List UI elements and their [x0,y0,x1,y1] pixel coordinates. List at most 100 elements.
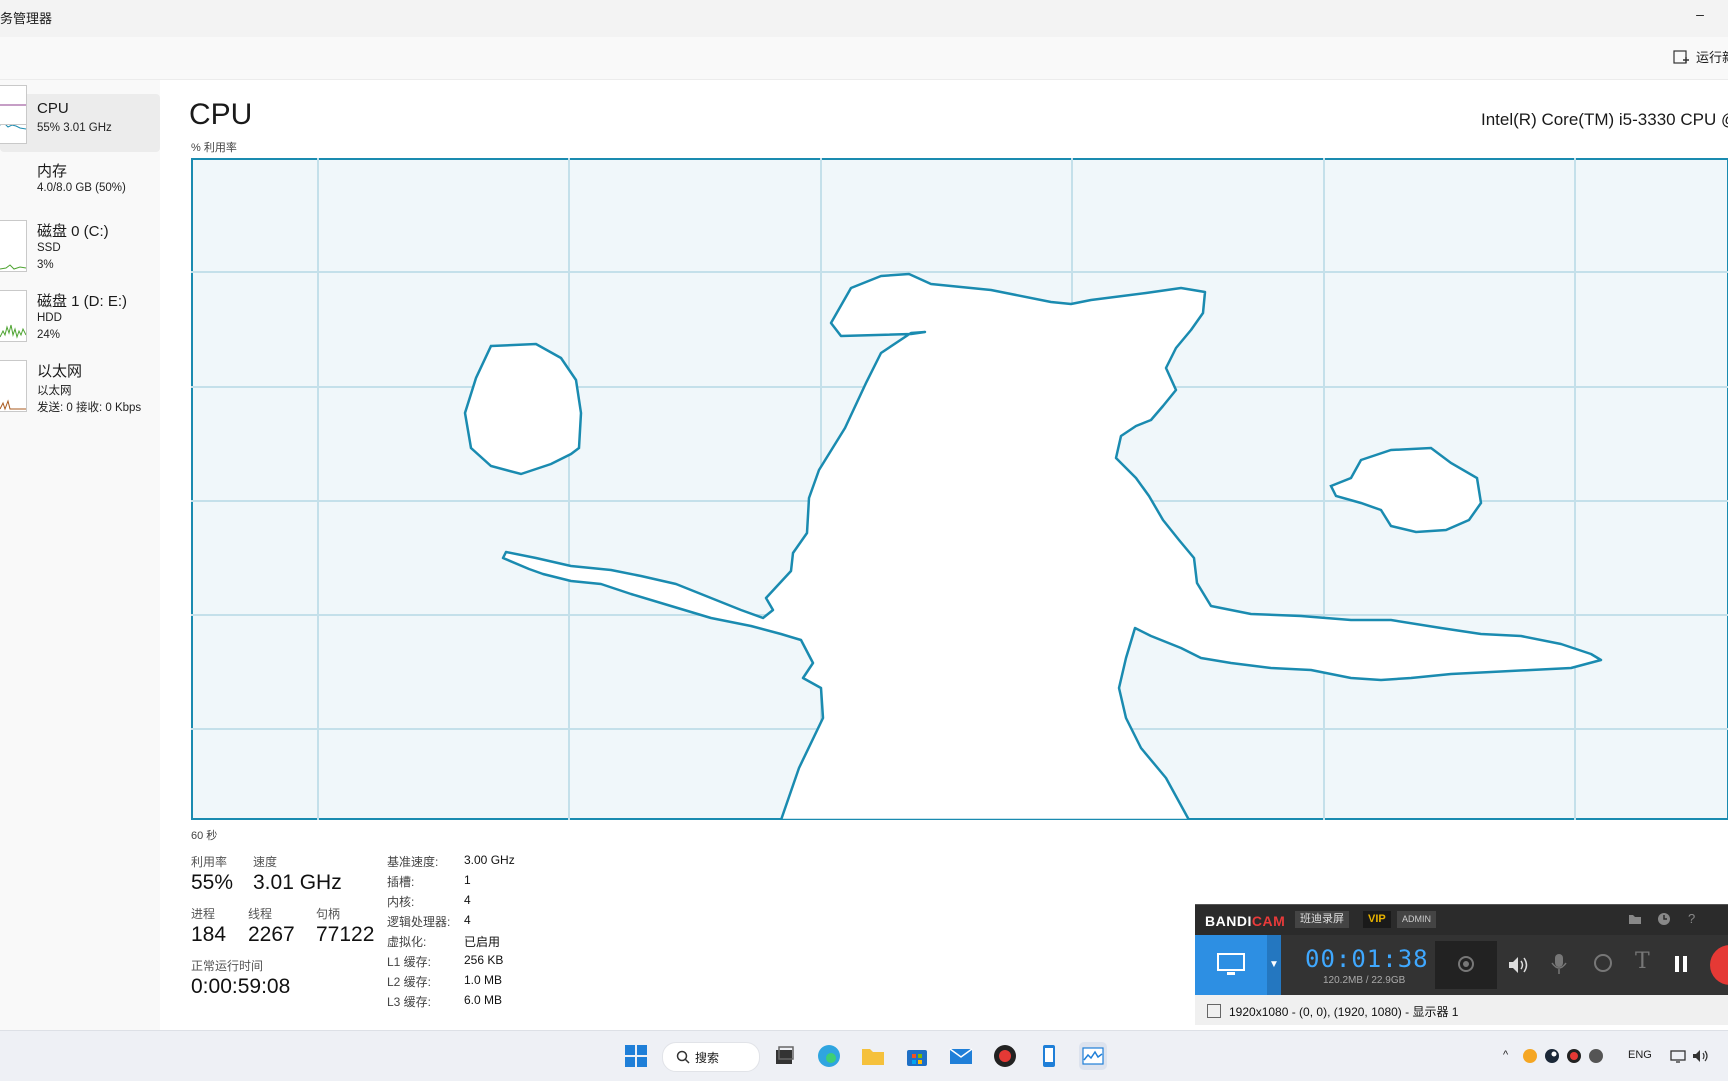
bandicam-controls: ▼ 00:01:38 120.2MB / 22.9GB T [1195,935,1728,995]
run-task-button[interactable]: 运行新 [1696,47,1728,66]
edge-browser-icon[interactable] [815,1042,843,1070]
sidebar-item-detail: 55% 3.01 GHz [37,122,112,134]
disk-0-thumbnail [0,220,27,272]
sidebar-item-disk-1[interactable]: 磁盘 1 (D: E:) HDD 24% [0,290,160,356]
admin-badge: ADMIN [1397,911,1436,928]
phone-link-icon[interactable] [1035,1042,1063,1070]
uptime-value: 0:00:59:08 [191,975,291,998]
speaker-icon[interactable] [1507,955,1529,975]
detail-value: 1 [464,873,471,887]
processes-label: 进程 [191,907,216,921]
sidebar-item-label: 磁盘 1 (D: E:) [37,293,128,310]
task-view-icon[interactable] [770,1042,798,1070]
detail-key: L2 缓存: [387,975,432,989]
record-size: 120.2MB / 22.9GB [1323,975,1406,986]
bandicam-footer: 1920x1080 - (0, 0), (1920, 1080) - 显示器 1 [1195,995,1728,1025]
folder-icon[interactable] [1628,913,1642,925]
input-language[interactable]: ENG [1628,1049,1652,1061]
webcam-button[interactable] [1435,941,1497,989]
threads-value: 2267 [248,923,295,946]
sidebar-item-detail: 4.0/8.0 GB (50%) [37,182,126,194]
detail-value: 256 KB [464,953,504,967]
sidebar-item-detail: 发送: 0 接收: 0 Kbps [37,402,142,414]
network-icon[interactable] [1670,1048,1686,1064]
mode-dropdown[interactable]: ▼ [1267,935,1281,995]
volume-icon[interactable] [1692,1048,1710,1064]
help-icon[interactable]: ? [1688,911,1695,926]
sidebar: CPU 55% 3.01 GHz 内存 4.0/8.0 GB (50%) 磁盘 … [0,80,160,1030]
uptime-label: 正常运行时间 [191,959,264,973]
search-icon [676,1050,690,1064]
sidebar-item-detail: 24% [37,329,61,341]
mouse-effect-icon[interactable] [1593,953,1613,975]
bandicam-header: BANDICAM 班迪录屏 VIP ADMIN ? [1195,905,1728,935]
utilization-label: 利用率 [191,855,228,869]
clock-icon[interactable] [1657,912,1671,926]
threads-label: 线程 [248,907,273,921]
sidebar-item-label: 磁盘 0 (C:) [37,223,109,240]
sidebar-item-type: 以太网 [37,385,72,397]
handles-label: 句柄 [316,907,341,921]
record-timer: 00:01:38 [1305,945,1429,973]
detail-key: L3 缓存: [387,995,432,1009]
cpu-utilization-graph [191,158,1728,820]
detail-key: 插槽: [387,875,415,889]
pause-icon[interactable] [1673,955,1689,975]
screen-mode-button[interactable] [1195,935,1267,995]
microsoft-store-icon[interactable] [903,1042,931,1070]
sidebar-item-type: SSD [37,242,61,254]
processes-value: 184 [191,923,227,946]
utilization-value: 55% [191,871,234,894]
sidebar-item-detail: 3% [37,259,54,271]
sidebar-item-label: CPU [37,100,69,117]
speed-label: 速度 [253,855,278,869]
mail-icon[interactable] [947,1042,975,1070]
detail-key: 虚拟化: [387,935,427,949]
detail-value: 4 [464,893,471,907]
cpu-model: Intel(R) Core(TM) i5-3330 CPU @ [1481,110,1728,129]
graph-figure-left-blob [463,342,583,476]
search-label: 搜索 [695,1051,720,1065]
memory-thumbnail [0,85,27,125]
detail-key: 逻辑处理器: [387,915,451,929]
title-bar: 务管理器 – [0,0,1728,34]
bandicam-label: 班迪录屏 [1295,911,1349,928]
file-explorer-icon[interactable] [859,1042,887,1070]
taskbar: 搜索 ^ ENG [0,1030,1728,1081]
show-hidden-icons-icon[interactable]: ^ [1503,1049,1508,1061]
toolbar: 运行新 [0,37,1728,80]
handles-value: 77122 [316,923,375,946]
speed-value: 3.01 GHz [253,871,342,894]
disk-1-thumbnail [0,290,27,342]
time-axis-label: 60 秒 [191,830,218,842]
text-overlay-icon[interactable]: T [1635,949,1650,974]
monitor-icon [1217,953,1245,975]
vip-badge: VIP [1363,911,1391,928]
minimize-button[interactable]: – [1680,2,1720,30]
app-tray-icon[interactable] [1588,1048,1604,1064]
microphone-icon[interactable] [1550,953,1568,975]
sidebar-item-type: HDD [37,312,62,324]
sidebar-item-memory[interactable]: 内存 4.0/8.0 GB (50%) [0,85,160,218]
task-manager-taskbar-icon[interactable] [1079,1042,1107,1070]
record-tray-icon[interactable] [1566,1048,1582,1064]
qq-tray-icon[interactable] [1522,1048,1538,1064]
detail-value: 4 [464,913,471,927]
detail-key: 内核: [387,895,415,909]
bandicam-recorder: BANDICAM 班迪录屏 VIP ADMIN ? ▼ 00:01:38 120… [1195,904,1728,1025]
sidebar-item-disk-0[interactable]: 磁盘 0 (C:) SSD 3% [0,220,160,286]
bandicam-taskbar-icon[interactable] [991,1042,1019,1070]
detail-value: 3.00 GHz [464,853,515,867]
stop-record-button[interactable] [1710,945,1728,985]
sidebar-item-ethernet[interactable]: 以太网 以太网 发送: 0 接收: 0 Kbps [0,360,160,426]
windows-start-icon[interactable] [622,1042,650,1070]
region-checkbox[interactable] [1207,1004,1221,1018]
webcam-icon [1458,956,1474,972]
steam-tray-icon[interactable] [1544,1048,1560,1064]
bandicam-logo: BANDICAM [1205,913,1286,929]
ethernet-thumbnail [0,360,27,412]
run-task-icon[interactable] [1673,50,1689,66]
page-title: CPU [189,98,253,131]
detail-value: 1.0 MB [464,973,503,987]
taskbar-search[interactable]: 搜索 [662,1042,760,1072]
